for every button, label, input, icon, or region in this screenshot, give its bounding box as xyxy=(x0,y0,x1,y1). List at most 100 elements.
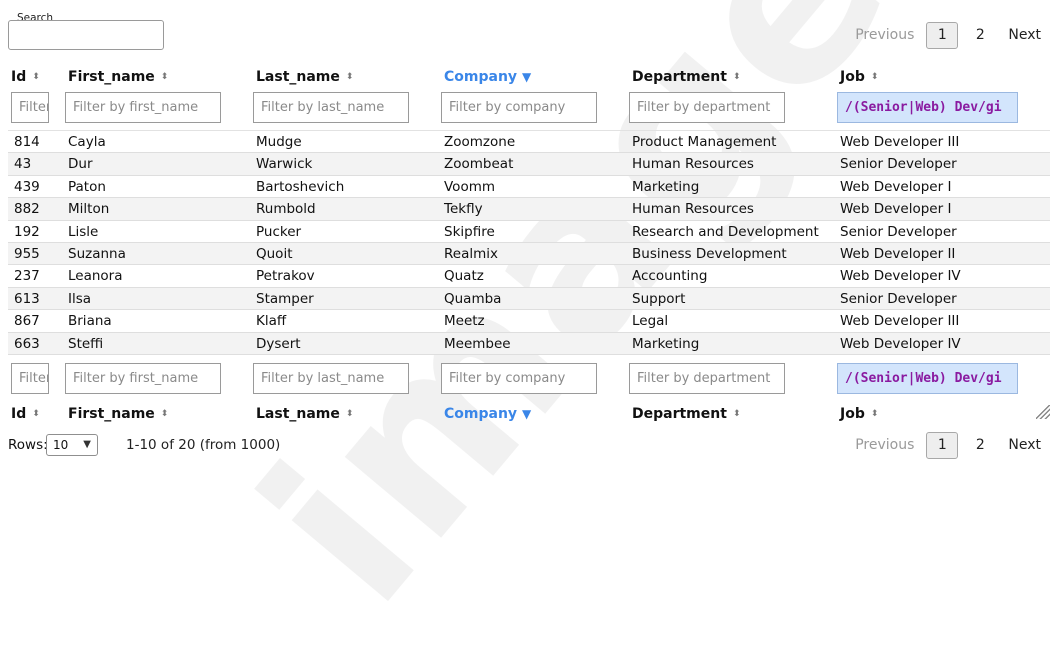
filter-last_name-input[interactable]: Filter by last_name xyxy=(253,362,409,394)
cell-company: Voomm xyxy=(444,178,496,195)
cell-first_name: Dur xyxy=(68,156,93,173)
cell-job: Web Developer I xyxy=(840,178,952,195)
cell-job: Senior Developer xyxy=(840,223,957,240)
filter-department-input[interactable]: Filter by department xyxy=(629,362,785,394)
next-button[interactable]: Next xyxy=(999,437,1050,453)
filter-id-input[interactable]: Filter by id xyxy=(11,92,49,123)
cell-company: Meembee xyxy=(444,335,511,352)
cell-id: 613 xyxy=(14,290,40,307)
filter-job-input[interactable]: /(Senior|Web) Dev/gi xyxy=(837,362,1018,394)
cell-id: 43 xyxy=(14,156,32,173)
cell-company: Quatz xyxy=(444,268,484,285)
cell-first_name: Suzanna xyxy=(68,245,126,262)
sort-icon: ⬍ xyxy=(732,408,741,419)
cell-department: Research and Development xyxy=(632,223,819,240)
rows-per-page-select[interactable]: 10 ▼ xyxy=(46,434,98,456)
cell-last_name: Quoit xyxy=(256,245,293,262)
cell-last_name: Dysert xyxy=(256,335,301,352)
table-row[interactable]: 613 Ilsa Stamper Quamba Support Senior Develo… xyxy=(8,287,1050,311)
column-header-department[interactable]: Department ⬍ xyxy=(632,69,740,85)
sort-icon: ⬍ xyxy=(160,408,169,419)
filter-last_name-input[interactable]: Filter by last_name xyxy=(253,92,409,123)
cell-id: 955 xyxy=(14,245,40,262)
column-header-last_name[interactable]: Last_name ⬍ xyxy=(256,69,353,85)
cell-department: Product Management xyxy=(632,134,777,150)
cell-last_name: Rumbold xyxy=(256,201,316,218)
column-label-company: Company xyxy=(444,69,518,85)
previous-button[interactable]: Previous xyxy=(846,27,923,43)
table-row[interactable]: 237 Leanora Petrakov Quatz Accounting Web Dev… xyxy=(8,265,1050,288)
filter-first_name-input[interactable]: Filter by first_name xyxy=(65,362,221,394)
table-body: 814 Cayla Mudge Zoomzone Product Management W… xyxy=(8,130,1050,355)
table-row[interactable]: 882 Milton Rumbold Tekfly Human Resources Web… xyxy=(8,198,1050,221)
table-row[interactable]: 867 Briana Klaff Meetz Legal Web Developer II… xyxy=(8,310,1050,333)
filter-department-input[interactable]: Filter by department xyxy=(629,92,785,123)
column-label-job: Job xyxy=(840,69,865,85)
cell-last_name: Stamper xyxy=(256,290,314,307)
cell-first_name: Lisle xyxy=(68,223,99,240)
column-header-company[interactable]: Company ▼ xyxy=(444,406,531,422)
cell-last_name: Petrakov xyxy=(256,268,315,285)
cell-department: Legal xyxy=(632,313,669,330)
cell-company: Realmix xyxy=(444,245,498,262)
page-1-button[interactable]: 1 xyxy=(926,431,959,459)
table-row[interactable]: 663 Steffi Dysert Meembee Marketing Web Devel… xyxy=(8,332,1050,355)
cell-first_name: Briana xyxy=(68,313,112,330)
column-header-last_name[interactable]: Last_name ⬍ xyxy=(256,406,353,422)
column-header-first_name[interactable]: First_name ⬍ xyxy=(68,406,168,422)
filter-company-input[interactable]: Filter by company xyxy=(441,92,597,123)
sort-icon: ⬍ xyxy=(32,408,40,419)
resize-handle-icon[interactable] xyxy=(1036,405,1050,419)
data-table: Id ⬍ First_name ⬍ Last_name ⬍ Company ▼ Departme… xyxy=(8,64,1050,427)
column-label-job: Job xyxy=(840,405,865,422)
filter-job-input[interactable]: /(Senior|Web) Dev/gi xyxy=(837,92,1018,123)
cell-company: Quamba xyxy=(444,290,502,307)
cell-id: 439 xyxy=(14,178,40,195)
filter-company-input[interactable]: Filter by company xyxy=(441,362,597,394)
sort-icon: ⬍ xyxy=(32,72,40,82)
cell-job: Senior Developer xyxy=(840,156,957,173)
column-header-id[interactable]: Id ⬍ xyxy=(11,406,40,422)
page-2-button[interactable]: 2 xyxy=(964,22,996,49)
column-header-job[interactable]: Job ⬍ xyxy=(840,69,878,85)
column-header-company[interactable]: Company ▼ xyxy=(444,69,531,85)
cell-id: 663 xyxy=(14,335,40,352)
column-label-company: Company xyxy=(444,405,518,422)
column-header-job[interactable]: Job ⬍ xyxy=(840,406,878,422)
table-row[interactable]: 814 Cayla Mudge Zoomzone Product Management W… xyxy=(8,131,1050,154)
cell-job: Web Developer II xyxy=(840,245,956,262)
column-header-department[interactable]: Department ⬍ xyxy=(632,406,740,422)
cell-department: Marketing xyxy=(632,178,700,195)
cell-first_name: Ilsa xyxy=(68,290,92,307)
cell-last_name: Klaff xyxy=(256,313,287,330)
sort-desc-icon: ▼ xyxy=(522,406,532,421)
filter-row-top: Filter by id Filter by first_name Filter b… xyxy=(8,90,1050,130)
sort-icon: ⬍ xyxy=(870,72,879,82)
column-header-id[interactable]: Id ⬍ xyxy=(11,69,40,85)
pagination-bottom: Previous 1 2 Next xyxy=(846,431,1050,459)
page-2-button[interactable]: 2 xyxy=(964,432,996,459)
cell-first_name: Cayla xyxy=(68,134,106,150)
filter-id-input[interactable]: Filter by id xyxy=(11,362,49,394)
table-row[interactable]: 43 Dur Warwick Zoombeat Human Resources Senio… xyxy=(8,153,1050,176)
column-label-department: Department xyxy=(632,405,727,422)
table-row[interactable]: 439 Paton Bartoshevich Voomm Marketing Web De… xyxy=(8,176,1050,199)
chevron-down-icon: ▼ xyxy=(83,439,91,450)
search-input[interactable] xyxy=(8,20,164,50)
cell-company: Zoomzone xyxy=(444,134,516,150)
column-header-first_name[interactable]: First_name ⬍ xyxy=(68,69,168,85)
next-button[interactable]: Next xyxy=(999,27,1050,43)
cell-job: Web Developer IV xyxy=(840,335,961,352)
cell-job: Senior Developer xyxy=(840,290,957,307)
table-row[interactable]: 955 Suzanna Quoit Realmix Business Developme… xyxy=(8,242,1050,266)
cell-company: Meetz xyxy=(444,313,485,330)
cell-last_name: Bartoshevich xyxy=(256,178,345,195)
cell-first_name: Milton xyxy=(68,201,110,218)
cell-first_name: Leanora xyxy=(68,268,123,285)
column-label-last_name: Last_name xyxy=(256,405,340,422)
previous-button[interactable]: Previous xyxy=(846,437,923,453)
page-1-button[interactable]: 1 xyxy=(926,21,959,49)
filter-first_name-input[interactable]: Filter by first_name xyxy=(65,92,221,123)
cell-department: Accounting xyxy=(632,268,708,285)
table-row[interactable]: 192 Lisle Pucker Skipfire Research and Devel… xyxy=(8,221,1050,243)
